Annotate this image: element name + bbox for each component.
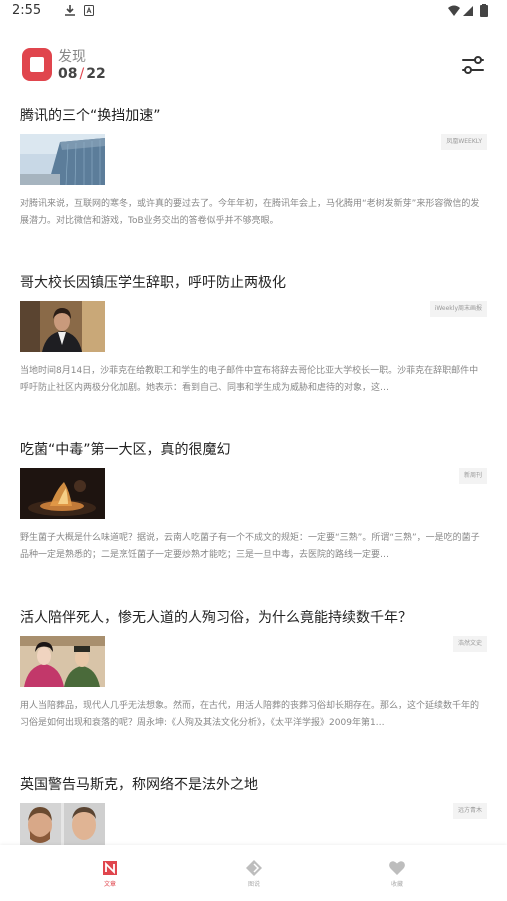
article-card[interactable]: 吃菌“中毒”第一大区，真的很魔幻 新周刊 野生菌子大概是什么味道呢？据说，云南人…	[20, 440, 487, 570]
article-title[interactable]: 活人陪伴死人，惨无人道的人殉习俗，为什么竟能持续数千年？	[20, 608, 487, 628]
app-logo-icon	[22, 48, 52, 81]
article-title[interactable]: 吃菌“中毒”第一大区，真的很魔幻	[20, 440, 487, 460]
filter-settings-icon[interactable]	[461, 54, 485, 76]
article-card[interactable]: 哥大校长因镇压学生辞职，呼吁防止两极化 iWeekly周末画报 当地时间8月14…	[20, 273, 487, 403]
page-title: 发现	[58, 49, 86, 65]
date-display: 08/22	[58, 66, 106, 82]
article-thumbnail-building[interactable]	[20, 134, 105, 185]
date-separator: /	[79, 66, 85, 82]
article-thumbnail-drama[interactable]	[20, 636, 105, 687]
heart-icon	[389, 861, 405, 875]
bottom-navigation: 文章 图说 收藏	[0, 845, 507, 901]
article-icon	[103, 861, 117, 875]
nav-label: 文章	[103, 881, 116, 888]
nav-tab-favorites[interactable]: 收藏	[377, 859, 417, 895]
wifi-icon	[448, 5, 460, 16]
status-bar: 2:55	[0, 0, 507, 22]
picture-icon	[246, 860, 262, 876]
article-title[interactable]: 哥大校长因镇压学生辞职，呼吁防止两极化	[20, 273, 487, 293]
article-excerpt: 当地时间8月14日，沙菲克在给教职工和学生的电子邮件中宣布将辞去哥伦比亚大学校长…	[20, 366, 479, 393]
nav-label: 图说	[247, 881, 260, 888]
article-source: 凤凰WEEKLY	[441, 134, 487, 150]
article-card[interactable]: 腾讯的三个“换挡加速” 凤凰WEEKLY 对腾讯来说，互联网的寒冬，或许真的要过…	[20, 106, 487, 236]
article-excerpt: 用人当陪葬品，现代人几乎无法想象。然而，在古代，用活人陪葬的丧葬习俗却长期存在。…	[20, 701, 480, 728]
article-title[interactable]: 英国警告马斯克，称网络不是法外之地	[20, 775, 487, 795]
article-source: 新周刊	[458, 468, 487, 484]
battery-icon	[480, 5, 488, 17]
download-icon	[65, 5, 75, 16]
article-excerpt: 对腾讯来说，互联网的寒冬，或许真的要过去了。今年年初，在腾讯年会上，马化腾用“老…	[20, 199, 480, 226]
date-day: 22	[86, 66, 106, 82]
article-source: 远方青木	[452, 803, 487, 819]
article-thumbnail-cooking[interactable]	[20, 468, 105, 519]
header: 发现 08/22	[0, 40, 507, 90]
system-status-icons	[448, 4, 488, 17]
article-source: iWeekly周末画报	[429, 301, 487, 317]
nav-tab-pictures[interactable]: 图说	[234, 859, 274, 895]
date-month: 08	[58, 66, 78, 82]
signal-icon	[463, 6, 473, 16]
article-card[interactable]: 英国警告马斯克，称网络不是法外之地 远方青木	[20, 775, 487, 845]
status-time: 2:55	[12, 3, 42, 18]
article-excerpt: 野生菌子大概是什么味道呢？据说，云南人吃菌子有一个不成文的规矩：一定要“三熟”。…	[20, 533, 480, 560]
article-source: 浩然文史	[452, 636, 487, 652]
notification-a-icon	[84, 5, 94, 16]
nav-label: 收藏	[390, 881, 403, 888]
article-thumbnail-mugshots[interactable]	[20, 803, 105, 845]
article-card[interactable]: 活人陪伴死人，惨无人道的人殉习俗，为什么竟能持续数千年？ 浩然文史 用人当陪葬品…	[20, 608, 487, 738]
article-thumbnail-portrait[interactable]	[20, 301, 105, 352]
nav-tab-articles[interactable]: 文章	[90, 859, 130, 895]
article-title[interactable]: 腾讯的三个“换挡加速”	[20, 106, 487, 126]
